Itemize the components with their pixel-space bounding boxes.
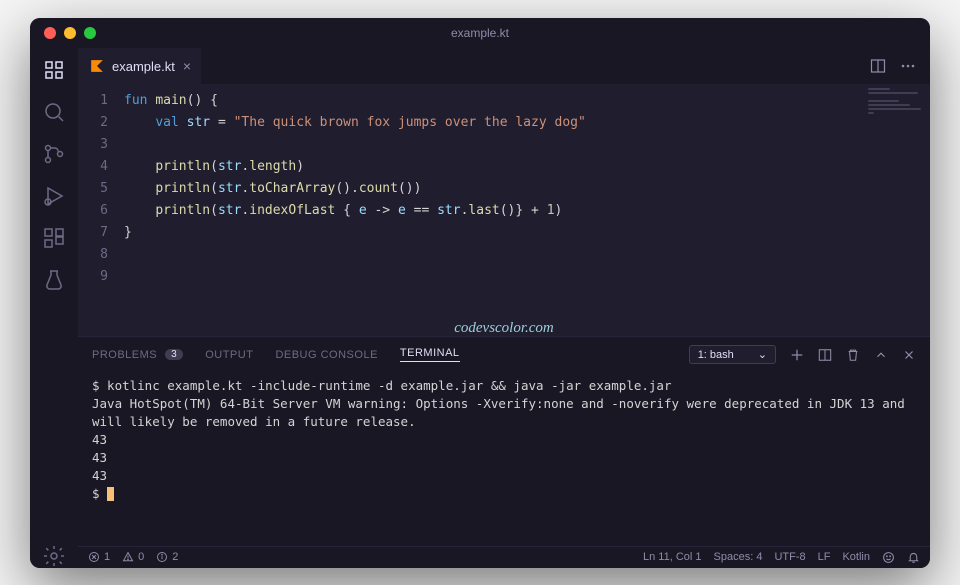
split-editor-icon[interactable] [870,58,886,74]
status-errors[interactable]: 1 [88,551,110,563]
problems-tab[interactable]: PROBLEMS 3 [92,349,183,361]
editor-actions [870,58,930,74]
terminal-output[interactable]: $ kotlinc example.kt -include-runtime -d… [78,373,930,546]
close-tab-icon[interactable]: × [183,59,191,73]
main-area: example.kt × 1 2 3 4 5 6 7 8 9 fun main(… [78,48,930,568]
search-icon[interactable] [42,100,66,124]
editor[interactable]: 1 2 3 4 5 6 7 8 9 fun main() { val str =… [78,84,930,336]
status-notifications-icon[interactable] [907,551,920,564]
status-eol[interactable]: LF [818,551,831,563]
debug-console-tab[interactable]: DEBUG CONSOLE [275,349,377,361]
status-cursor-position[interactable]: Ln 11, Col 1 [643,551,702,563]
minimize-window-button[interactable] [64,27,76,39]
panel-tab-bar: PROBLEMS 3 OUTPUT DEBUG CONSOLE TERMINAL… [78,337,930,373]
terminal-cursor [107,487,114,501]
output-tab[interactable]: OUTPUT [205,349,253,361]
activity-bar [30,48,78,568]
problems-count-badge: 3 [165,349,183,360]
more-actions-icon[interactable] [900,58,916,74]
status-info[interactable]: 2 [156,551,178,563]
status-indentation[interactable]: Spaces: 4 [714,551,763,563]
titlebar: example.kt [30,18,930,48]
file-tab[interactable]: example.kt × [78,48,201,84]
chevron-down-icon: ⌄ [758,348,767,361]
kill-terminal-icon[interactable] [846,348,860,362]
source-control-icon[interactable] [42,142,66,166]
info-icon [156,551,168,563]
window-title: example.kt [451,26,509,40]
bottom-panel: PROBLEMS 3 OUTPUT DEBUG CONSOLE TERMINAL… [78,336,930,546]
kotlin-file-icon [90,59,104,73]
maximize-window-button[interactable] [84,27,96,39]
line-gutter: 1 2 3 4 5 6 7 8 9 [78,84,124,336]
warning-icon [122,551,134,563]
window-controls [30,27,96,39]
close-window-button[interactable] [44,27,56,39]
settings-icon[interactable] [42,544,66,568]
tab-filename: example.kt [112,59,175,74]
extensions-icon[interactable] [42,226,66,250]
testing-icon[interactable] [42,268,66,292]
code-content[interactable]: fun main() { val str = "The quick brown … [124,84,860,336]
status-language[interactable]: Kotlin [842,551,870,563]
editor-window: example.kt example.kt × [30,18,930,568]
error-icon [88,551,100,563]
status-feedback-icon[interactable] [882,551,895,564]
terminal-selector[interactable]: 1: bash ⌄ [689,345,776,364]
new-terminal-icon[interactable] [790,348,804,362]
minimap[interactable] [860,84,930,336]
tab-bar: example.kt × [78,48,930,84]
split-terminal-icon[interactable] [818,348,832,362]
maximize-panel-icon[interactable] [874,348,888,362]
status-warnings[interactable]: 0 [122,551,144,563]
status-encoding[interactable]: UTF-8 [774,551,805,563]
explorer-icon[interactable] [42,58,66,82]
editor-body: example.kt × 1 2 3 4 5 6 7 8 9 fun main(… [30,48,930,568]
close-panel-icon[interactable] [902,348,916,362]
terminal-tab[interactable]: TERMINAL [400,347,460,362]
status-bar: 1 0 2 Ln 11, Col 1 Spaces: 4 UTF-8 LF Ko… [78,546,930,568]
run-debug-icon[interactable] [42,184,66,208]
